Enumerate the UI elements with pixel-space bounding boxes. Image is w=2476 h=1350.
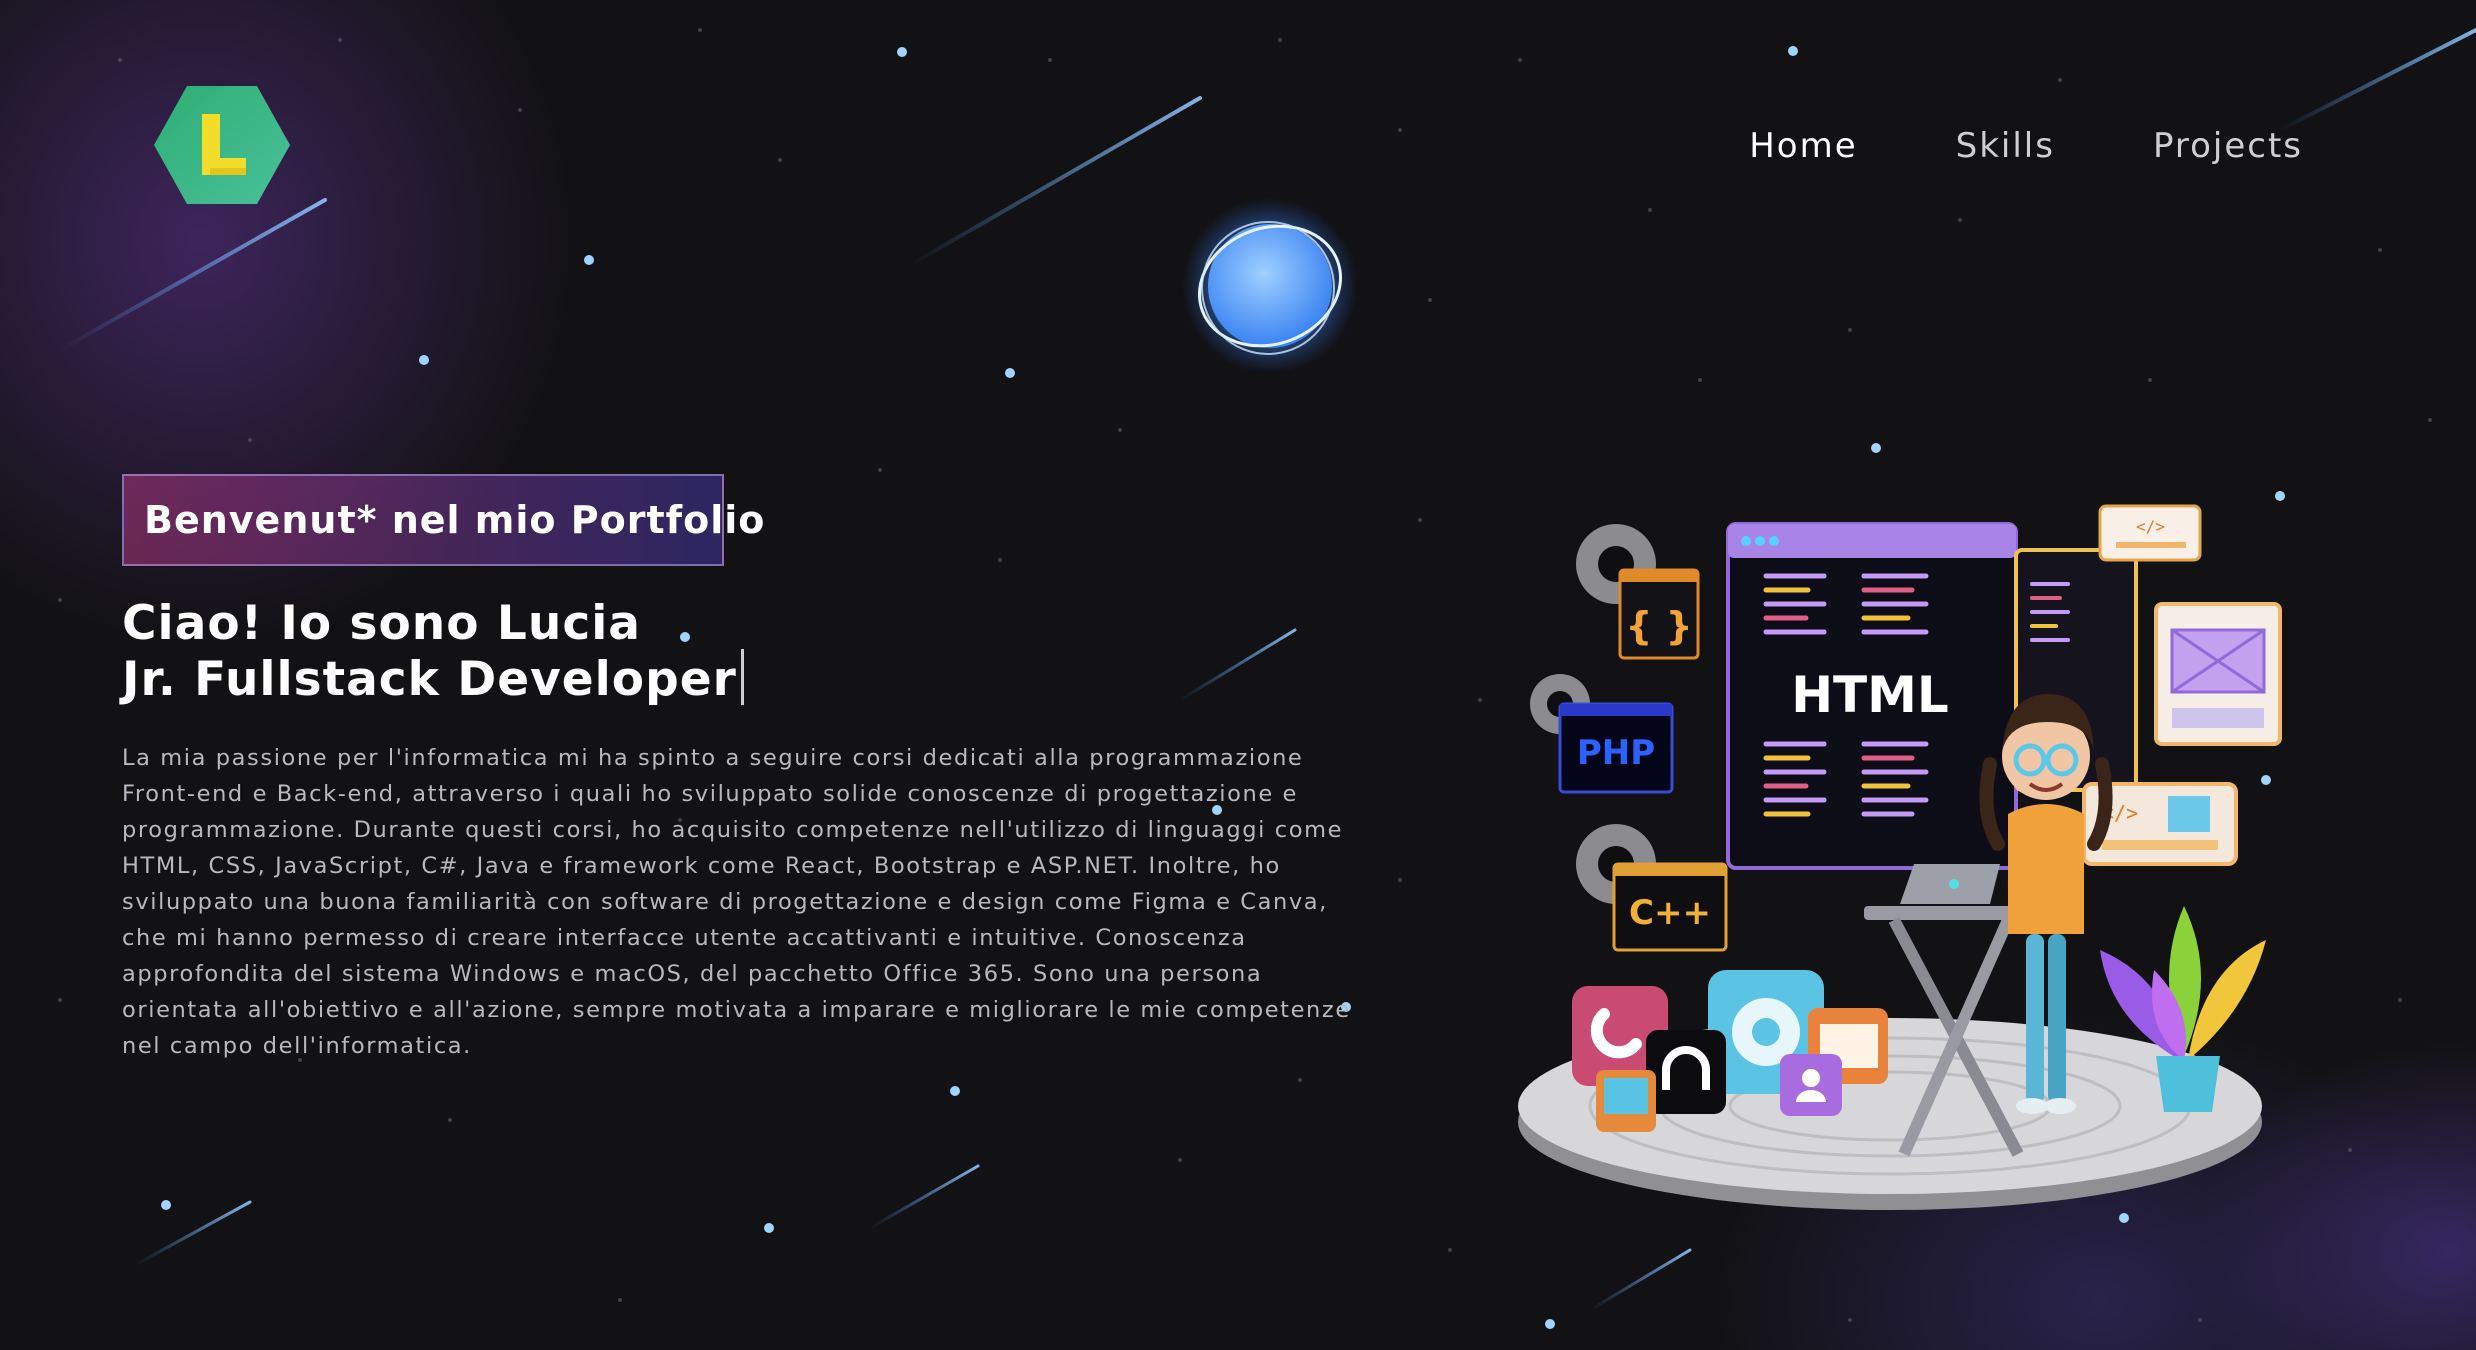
cpp-label: C++ [1629, 893, 1711, 933]
logo-icon[interactable] [152, 84, 292, 206]
headline-role-text: Jr. Fullstack Developer [122, 652, 737, 707]
nav-home-link[interactable]: Home [1749, 122, 1857, 170]
welcome-tagline: Benvenut* nel mio Portfolio [122, 474, 764, 566]
html-window: HTML [1726, 522, 2018, 870]
headline-line-greeting: Ciao! Io sono Lucia [122, 596, 642, 651]
php-gear-icon: PHP [1530, 674, 1674, 794]
hero-headline: Ciao! Io sono Lucia Jr. Fullstack Develo… [122, 598, 744, 705]
nav-projects-link[interactable]: Projects [2153, 122, 2303, 170]
svg-text:</>: </> [2136, 517, 2165, 536]
portfolio-page: Home Skills Projects Benvenut* nel mio P… [0, 0, 2476, 1350]
php-label: PHP [1577, 733, 1655, 773]
nav-skills-link[interactable]: Skills [1956, 122, 2055, 170]
code-tag-card: </> [2098, 504, 2202, 562]
developer-illustration: HTML </> </> {} PHP C++ [1518, 504, 2282, 1210]
html-label: HTML [1791, 666, 1949, 724]
typing-cursor [740, 649, 744, 705]
glowing-planet-icon [1182, 198, 1358, 374]
braces-gear-icon: { } [1576, 524, 1700, 660]
headline-line-role: Jr. Fullstack Developer [122, 649, 744, 705]
bio-paragraph: La mia passione per l'informatica mi ha … [122, 745, 1351, 1059]
braces-label: { } [1625, 604, 1692, 648]
image-card [2154, 602, 2282, 746]
cpp-gear-icon: C++ [1576, 824, 1728, 952]
main-nav: Home Skills Projects [1651, 122, 2303, 170]
